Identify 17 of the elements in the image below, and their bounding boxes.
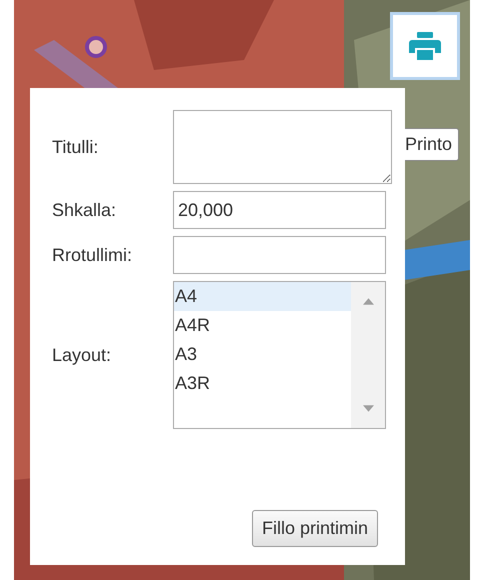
field-label: Rrotullimi: [52,244,134,266]
list-option[interactable]: A3 [174,340,351,369]
list-option[interactable]: A4 [174,282,351,311]
start-print-button[interactable]: Fillo printimin [252,510,378,547]
field-label: Titulli: [52,136,100,158]
input-field[interactable] [173,236,386,274]
field-label: Shkalla: [52,200,118,220]
list-option[interactable]: A3R [174,369,351,398]
list-option[interactable]: A4R [174,311,351,340]
input-field[interactable]: 20,000 [173,191,386,229]
scroll-up-icon[interactable] [362,298,374,305]
print-button[interactable] [390,12,460,80]
scroll-down-icon[interactable] [362,405,374,412]
layout-list[interactable]: A4 A4R A3 A3R [173,281,386,429]
field-label: Layout: [52,344,112,366]
printer-icon [409,32,441,60]
title-field[interactable] [173,110,392,184]
